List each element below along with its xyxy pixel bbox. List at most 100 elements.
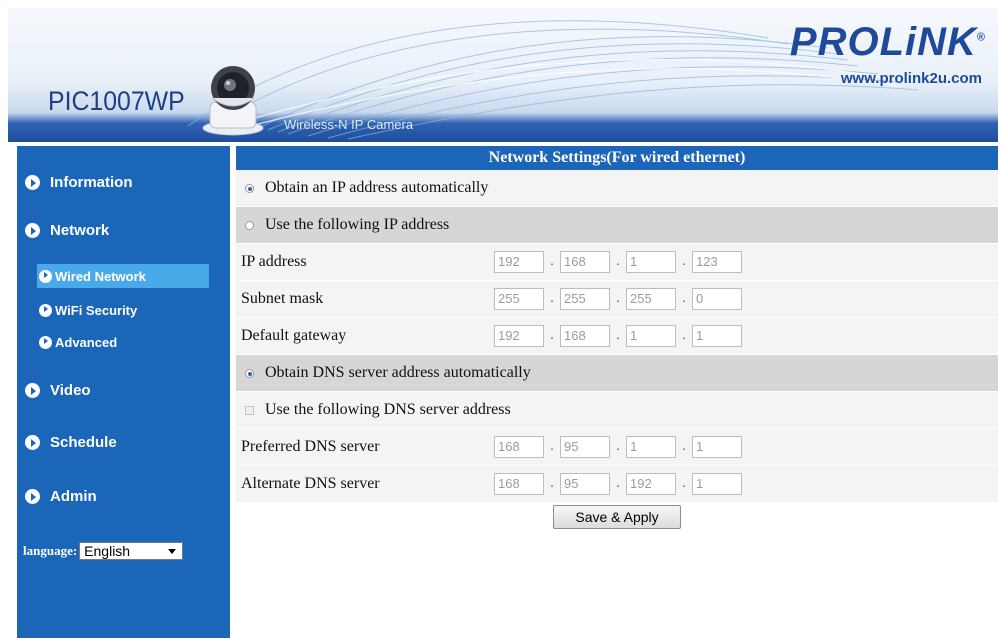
sidebar-item-label: WiFi Security	[55, 302, 138, 318]
dot-separator: .	[616, 439, 620, 454]
sidebar-item-label: Network	[50, 222, 110, 239]
octet-field[interactable]: 255	[626, 288, 676, 310]
sidebar-item-network[interactable]: Network	[25, 222, 109, 239]
arrow-bullet-icon	[25, 435, 40, 450]
octet-field[interactable]: 123	[692, 251, 742, 273]
field-label: Subnet mask	[241, 290, 324, 307]
ip-manual-radio[interactable]	[245, 220, 254, 230]
language-dropdown[interactable]: English	[79, 542, 184, 560]
save-apply-button[interactable]: Save & Apply	[553, 505, 681, 529]
dns-auto-label: Obtain DNS server address automatically	[265, 364, 531, 381]
arrow-bullet-icon	[25, 175, 40, 190]
default-gateway-row: Default gateway 192. 168. 1. 1	[236, 318, 998, 355]
dns-manual-radio[interactable]	[245, 405, 254, 415]
octet-field[interactable]: 255	[494, 288, 544, 310]
preferred-dns-row: Preferred DNS server 168. 95. 1. 1	[236, 429, 998, 466]
dot-separator: .	[682, 291, 686, 306]
dot-separator: .	[550, 254, 554, 269]
octet-field[interactable]: 1	[626, 436, 676, 458]
brand-name: PROLiNK	[789, 20, 977, 64]
sidebar-nav: Information Network Wired Network WiFi S…	[17, 146, 230, 638]
dot-separator: .	[550, 328, 554, 343]
arrow-bullet-icon	[25, 489, 40, 504]
octet-field[interactable]: 255	[560, 288, 610, 310]
octet-field[interactable]: 1	[692, 436, 742, 458]
language-selector: language: English	[23, 542, 184, 560]
chevron-down-icon	[168, 548, 177, 554]
ip-address-row: IP address 192. 168. 1. 123	[236, 244, 998, 281]
field-label: Preferred DNS server	[241, 438, 380, 455]
model-name: PIC1007WP	[48, 86, 185, 116]
dns-manual-label: Use the following DNS server address	[265, 401, 511, 418]
dns-auto-radio[interactable]	[245, 368, 254, 378]
button-row: Save & Apply	[236, 503, 998, 539]
camera-icon	[202, 66, 264, 136]
octet-field[interactable]: 192	[494, 251, 544, 273]
subnet-mask-input: 255. 255. 255. 0	[494, 288, 742, 310]
ip-auto-row: Obtain an IP address automatically	[236, 170, 998, 207]
language-label: language:	[23, 543, 78, 558]
preferred-dns-input: 168. 95. 1. 1	[494, 436, 742, 458]
arrow-bullet-icon	[39, 269, 52, 283]
octet-field[interactable]: 1	[626, 251, 676, 273]
octet-field[interactable]: 1	[626, 325, 676, 347]
subnet-mask-row: Subnet mask 255. 255. 255. 0	[236, 281, 998, 318]
dot-separator: .	[550, 476, 554, 491]
octet-field[interactable]: 0	[692, 288, 742, 310]
dns-manual-row: Use the following DNS server address	[236, 392, 998, 429]
dot-separator: .	[550, 291, 554, 306]
sidebar-item-video[interactable]: Video	[25, 382, 91, 399]
field-label: Default gateway	[241, 327, 347, 344]
ip-auto-label: Obtain an IP address automatically	[265, 179, 489, 196]
default-gateway-input: 192. 168. 1. 1	[494, 325, 742, 347]
language-value: English	[84, 543, 131, 559]
dot-separator: .	[616, 328, 620, 343]
dot-separator: .	[682, 254, 686, 269]
arrow-bullet-icon	[39, 335, 52, 349]
octet-field[interactable]: 1	[692, 325, 742, 347]
sidebar-item-label: Schedule	[50, 434, 117, 451]
sidebar-item-wifi-security[interactable]: WiFi Security	[39, 298, 209, 322]
dot-separator: .	[682, 328, 686, 343]
sidebar-item-schedule[interactable]: Schedule	[25, 434, 117, 451]
sidebar-item-label: Admin	[50, 488, 97, 505]
arrow-bullet-icon	[39, 303, 52, 317]
octet-field[interactable]: 168	[560, 325, 610, 347]
page-title: Network Settings(For wired ethernet)	[236, 146, 998, 170]
octet-field[interactable]: 192	[626, 473, 676, 495]
sidebar-item-advanced[interactable]: Advanced	[39, 330, 209, 354]
arrow-bullet-icon	[25, 383, 40, 398]
sidebar-item-label: Wired Network	[55, 268, 146, 284]
product-subtitle: Wireless-N IP Camera	[284, 117, 414, 132]
brand-url: www.prolink2u.com	[840, 70, 982, 87]
dot-separator: .	[682, 476, 686, 491]
octet-field[interactable]: 192	[494, 325, 544, 347]
dot-separator: .	[616, 291, 620, 306]
dot-separator: .	[682, 439, 686, 454]
ip-auto-radio[interactable]	[245, 183, 254, 193]
sidebar-item-label: Video	[50, 382, 91, 399]
dot-separator: .	[616, 476, 620, 491]
sidebar-item-information[interactable]: Information	[25, 174, 133, 191]
ip-manual-row: Use the following IP address	[236, 207, 998, 244]
network-settings-panel: Network Settings(For wired ethernet) Obt…	[236, 146, 998, 539]
octet-field[interactable]: 95	[560, 436, 610, 458]
ip-manual-label: Use the following IP address	[265, 216, 450, 233]
octet-field[interactable]: 168	[494, 436, 544, 458]
field-label: IP address	[241, 253, 307, 270]
octet-field[interactable]: 168	[560, 251, 610, 273]
octet-field[interactable]: 1	[692, 473, 742, 495]
ip-address-input: 192. 168. 1. 123	[494, 251, 742, 273]
brand-logo: PROLiNK®	[790, 20, 986, 65]
registered-mark: ®	[976, 31, 986, 44]
sidebar-item-admin[interactable]: Admin	[25, 488, 97, 505]
header-banner: PIC1007WP Wireless-N IP Camera PROLiNK® …	[8, 8, 998, 142]
arrow-bullet-icon	[25, 223, 40, 238]
octet-field[interactable]: 95	[560, 473, 610, 495]
sidebar-item-label: Advanced	[55, 334, 118, 350]
alternate-dns-input: 168. 95. 192. 1	[494, 473, 742, 495]
alternate-dns-row: Alternate DNS server 168. 95. 192. 1	[236, 466, 998, 503]
octet-field[interactable]: 168	[494, 473, 544, 495]
sidebar-item-wired-network[interactable]: Wired Network	[37, 264, 209, 288]
dot-separator: .	[616, 254, 620, 269]
